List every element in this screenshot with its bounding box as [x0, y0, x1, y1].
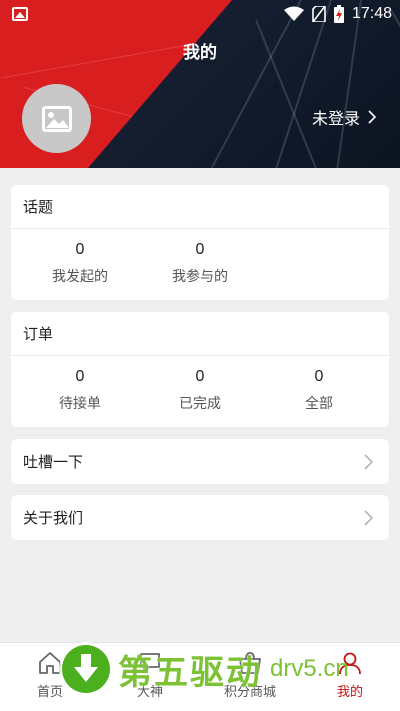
page-title: 我的	[183, 43, 217, 63]
nav-home[interactable]: 首页	[0, 651, 100, 700]
shop-icon	[239, 652, 261, 674]
stat-value: 0	[314, 368, 324, 385]
home-icon	[39, 652, 61, 674]
orders-title: 订单	[11, 312, 389, 356]
chat-icon	[140, 653, 160, 673]
wifi-icon	[283, 6, 304, 21]
orders-card: 订单 0 待接单 0 已完成 0 全部	[11, 312, 389, 427]
bottom-nav: 首页 大神 积分商城 我的	[0, 642, 400, 711]
feedback-row[interactable]: 吐槽一下	[11, 439, 389, 484]
stat-label: 全部	[305, 396, 333, 412]
image-placeholder-icon	[41, 105, 72, 132]
stat-value: 0	[75, 241, 85, 258]
orders-completed-stat[interactable]: 0 已完成	[140, 368, 260, 413]
login-label: 未登录	[311, 109, 360, 128]
stat-label: 我参与的	[172, 269, 228, 285]
topics-card: 话题 0 我发起的 0 我参与的	[11, 185, 389, 300]
about-row[interactable]: 关于我们	[11, 495, 389, 540]
orders-all-stat[interactable]: 0 全部	[259, 368, 379, 413]
chevron-right-icon	[368, 110, 376, 124]
nav-gods-label: 大神	[136, 685, 163, 700]
feedback-label: 吐槽一下	[23, 453, 84, 471]
image-notification-icon	[12, 7, 28, 21]
login-link[interactable]: 未登录	[312, 105, 376, 129]
nav-points-mall[interactable]: 积分商城	[200, 651, 300, 700]
user-icon	[339, 652, 361, 675]
status-time: 17:48	[351, 5, 392, 22]
stat-label: 待接单	[59, 396, 101, 412]
topics-started-stat[interactable]: 0 我发起的	[20, 241, 140, 286]
sim-icon	[312, 6, 326, 22]
nav-mine[interactable]: 我的	[300, 651, 400, 700]
stat-value: 0	[195, 368, 205, 385]
about-label: 关于我们	[23, 509, 84, 527]
battery-charging-icon	[333, 5, 344, 23]
stat-value: 0	[195, 241, 205, 258]
nav-gods[interactable]: 大神	[100, 651, 200, 700]
stat-label: 已完成	[179, 396, 221, 412]
topics-title: 话题	[11, 185, 389, 229]
topics-joined-stat[interactable]: 0 我参与的	[140, 241, 260, 286]
stat-value: 0	[75, 368, 85, 385]
chevron-right-icon	[364, 453, 373, 470]
status-bar: 17:48	[0, 0, 400, 28]
nav-points-mall-label: 积分商城	[223, 685, 276, 700]
chevron-right-icon	[364, 509, 373, 526]
avatar[interactable]	[22, 84, 91, 153]
nav-mine-label: 我的	[336, 685, 363, 700]
nav-home-label: 首页	[36, 685, 63, 700]
stat-label: 我发起的	[52, 269, 108, 285]
orders-pending-stat[interactable]: 0 待接单	[20, 368, 140, 413]
